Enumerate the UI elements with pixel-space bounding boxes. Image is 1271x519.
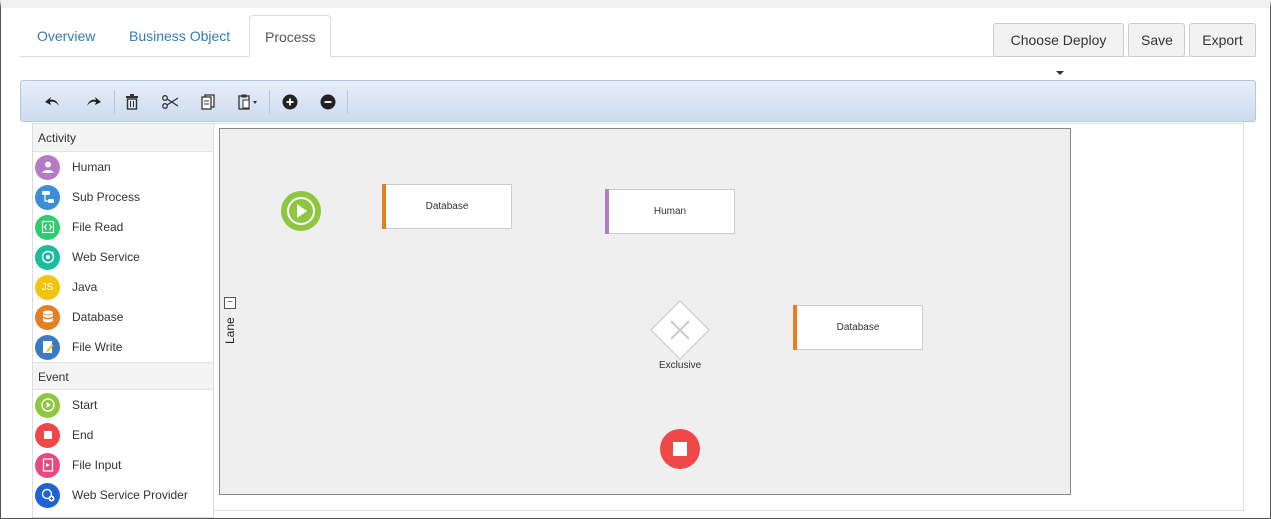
file-write-icon <box>35 334 60 360</box>
palette-item-label: File Read <box>72 220 124 234</box>
palette-item-label: Human <box>72 160 111 174</box>
file-input-icon <box>35 452 60 478</box>
editor-toolbar <box>20 80 1256 122</box>
zoom-out-icon[interactable] <box>316 90 340 114</box>
element-palette: Activity Human Sub Process File Read Web… <box>32 123 214 518</box>
palette-item-label: Database <box>72 310 124 324</box>
task-human[interactable]: Human <box>605 189 735 234</box>
palette-item-java[interactable]: JS Java <box>33 272 213 302</box>
palette-item-file-input[interactable]: File Input <box>33 450 213 480</box>
tab-business-object[interactable]: Business Object <box>114 15 245 57</box>
task-accent-bar <box>793 305 797 350</box>
palette-item-label: Start <box>72 398 98 412</box>
palette-header-activity: Activity <box>33 124 213 152</box>
delete-icon[interactable] <box>120 90 144 114</box>
database-icon <box>35 304 60 330</box>
choose-deploy-button[interactable]: Choose Deploy <box>993 23 1124 76</box>
palette-item-sub-process[interactable]: Sub Process <box>33 182 213 212</box>
web-service-icon <box>35 244 60 270</box>
palette-item-label: End <box>72 428 94 442</box>
palette-header-event: Event <box>33 362 213 390</box>
palette-item-label: Sub Process <box>72 190 141 204</box>
task-label: Human <box>653 206 687 217</box>
palette-item-label: Web Service Provider <box>72 488 188 502</box>
file-read-icon <box>35 214 60 240</box>
web-service-provider-icon <box>35 482 60 508</box>
tab-overview[interactable]: Overview <box>22 15 110 57</box>
cut-icon[interactable] <box>158 90 182 114</box>
start-event[interactable] <box>280 190 322 232</box>
palette-item-label: Web Service <box>72 250 140 264</box>
end-event[interactable] <box>659 428 701 470</box>
palette-item-label: File Input <box>72 458 122 472</box>
task-accent-bar <box>382 184 386 229</box>
task-database-2[interactable]: Database <box>793 305 923 350</box>
copy-icon[interactable] <box>196 90 220 114</box>
subprocess-icon <box>35 184 60 210</box>
gateway-label: Exclusive <box>659 360 702 371</box>
palette-item-database[interactable]: Database <box>33 302 213 332</box>
task-label: Database <box>836 322 880 333</box>
palette-item-label: File Write <box>72 340 123 354</box>
exclusive-gateway[interactable] <box>649 299 711 361</box>
task-database-1[interactable]: Database <box>382 184 512 229</box>
palette-item-start[interactable]: Start <box>33 390 213 420</box>
palette-item-label: Java <box>72 280 98 294</box>
lane-label: Lane <box>223 317 237 344</box>
palette-item-end[interactable]: End <box>33 420 213 450</box>
palette-item-human[interactable]: Human <box>33 152 213 182</box>
task-accent-bar <box>605 189 609 234</box>
tab-process[interactable]: Process <box>249 15 331 57</box>
zoom-in-icon[interactable] <box>278 90 302 114</box>
palette-item-file-write[interactable]: File Write <box>33 332 213 362</box>
undo-icon[interactable] <box>41 90 65 114</box>
start-icon <box>35 392 60 418</box>
palette-item-web-service[interactable]: Web Service <box>33 242 213 272</box>
java-icon: JS <box>35 274 60 300</box>
lane-collapse-button[interactable]: − <box>224 297 236 309</box>
process-pool[interactable] <box>219 128 1071 495</box>
task-label: Database <box>425 201 469 212</box>
palette-item-file-read[interactable]: File Read <box>33 212 213 242</box>
paste-icon[interactable] <box>236 90 260 114</box>
end-icon <box>35 422 60 448</box>
choose-deploy-label: Choose Deploy <box>1010 32 1107 48</box>
save-button[interactable]: Save <box>1128 23 1185 57</box>
export-button[interactable]: Export <box>1189 23 1256 57</box>
redo-icon[interactable] <box>81 90 105 114</box>
human-icon <box>35 154 60 180</box>
palette-item-web-service-provider[interactable]: Web Service Provider <box>33 480 213 510</box>
caret-down-icon <box>1055 71 1064 76</box>
